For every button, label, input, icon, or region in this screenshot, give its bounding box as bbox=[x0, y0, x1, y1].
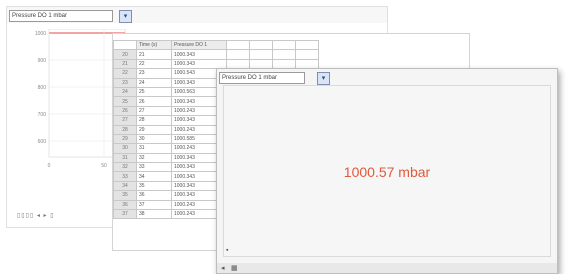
cell-time[interactable]: 34 bbox=[136, 171, 172, 182]
row-header[interactable]: 31 bbox=[113, 152, 137, 164]
y-tick-label: 600 bbox=[38, 139, 47, 145]
value-window-titlebar: Pressure DO 1 mbar ▾ bbox=[217, 69, 557, 85]
y-tick-label: 1000 bbox=[35, 31, 46, 37]
row-header[interactable]: 30 bbox=[113, 143, 137, 154]
cell-time[interactable]: 28 bbox=[136, 115, 172, 126]
cell-time[interactable]: 37 bbox=[136, 199, 172, 211]
cell-pressure[interactable]: 1000.343 bbox=[171, 49, 227, 60]
chart-footer-controls[interactable]: ▯▯▯▯ ◂ ▸ ▯ bbox=[17, 212, 127, 222]
cell-time[interactable]: 33 bbox=[136, 162, 172, 173]
resize-icon[interactable]: ▪ bbox=[226, 247, 228, 254]
cell-time[interactable]: 35 bbox=[136, 180, 172, 192]
y-tick-label: 900 bbox=[38, 58, 47, 64]
cell-time[interactable]: 21 bbox=[136, 49, 172, 60]
table-row[interactable]: 20 21 1000.343 bbox=[113, 49, 319, 60]
cell-time[interactable]: 30 bbox=[136, 133, 172, 145]
value-display-pane: 1000.57 mbar ▪ bbox=[223, 85, 551, 257]
row-header[interactable]: 36 bbox=[113, 199, 137, 211]
cell-time[interactable]: 23 bbox=[136, 68, 172, 79]
row-header[interactable]: 29 bbox=[113, 133, 137, 145]
y-tick-label: 700 bbox=[38, 112, 47, 118]
cell-empty[interactable] bbox=[226, 49, 250, 60]
cell-time[interactable]: 26 bbox=[136, 96, 172, 107]
column-header-empty bbox=[226, 39, 250, 51]
cell-time[interactable]: 38 bbox=[136, 209, 172, 220]
cell-empty[interactable] bbox=[272, 49, 296, 60]
column-header-empty bbox=[295, 39, 319, 51]
row-header[interactable]: 37 bbox=[113, 209, 137, 220]
cell-empty[interactable] bbox=[249, 49, 273, 60]
row-header[interactable]: 26 bbox=[113, 105, 137, 117]
row-header[interactable]: 23 bbox=[113, 77, 137, 88]
cell-time[interactable]: 25 bbox=[136, 86, 172, 98]
row-header[interactable]: 24 bbox=[113, 86, 137, 98]
cell-time[interactable]: 29 bbox=[136, 124, 172, 135]
value-window: Pressure DO 1 mbar ▾ 1000.57 mbar ▪ ◂ ▦ bbox=[216, 68, 558, 274]
cell-time[interactable]: 24 bbox=[136, 77, 172, 88]
row-header[interactable]: 27 bbox=[113, 115, 137, 126]
cell-time[interactable]: 22 bbox=[136, 58, 172, 70]
table-header-row: Time (s) Pressure DO 1 bbox=[113, 39, 319, 51]
chart-window-titlebar: Pressure DO 1 mbar ▾ bbox=[7, 7, 387, 23]
x-tick-label: 50 bbox=[101, 163, 107, 169]
y-tick-label: 800 bbox=[38, 85, 47, 91]
row-header[interactable]: 33 bbox=[113, 171, 137, 182]
row-header[interactable]: 34 bbox=[113, 180, 137, 192]
row-header[interactable]: 22 bbox=[113, 68, 137, 79]
column-header-empty bbox=[249, 39, 273, 51]
cell-time[interactable]: 31 bbox=[136, 143, 172, 154]
column-header-empty bbox=[272, 39, 296, 51]
cell-empty[interactable] bbox=[295, 49, 319, 60]
channel-selector[interactable]: Pressure DO 1 mbar bbox=[9, 10, 113, 22]
row-header[interactable]: 21 bbox=[113, 58, 137, 70]
table-corner bbox=[113, 39, 137, 51]
cell-time[interactable]: 36 bbox=[136, 190, 172, 201]
row-header[interactable]: 20 bbox=[113, 49, 137, 60]
row-header[interactable]: 25 bbox=[113, 96, 137, 107]
chevron-down-icon[interactable]: ▾ bbox=[119, 10, 132, 23]
row-header[interactable]: 35 bbox=[113, 190, 137, 201]
value-window-footer: ◂ ▦ bbox=[217, 263, 557, 273]
cell-time[interactable]: 27 bbox=[136, 105, 172, 117]
x-tick-label: 0 bbox=[48, 163, 51, 169]
row-header[interactable]: 28 bbox=[113, 124, 137, 135]
column-header-pressure[interactable]: Pressure DO 1 bbox=[171, 39, 227, 51]
pressure-reading: 1000.57 mbar bbox=[343, 164, 431, 180]
column-header-time[interactable]: Time (s) bbox=[136, 39, 172, 51]
channel-selector[interactable]: Pressure DO 1 mbar bbox=[219, 72, 305, 84]
row-header[interactable]: 32 bbox=[113, 162, 137, 173]
chevron-down-icon[interactable]: ▾ bbox=[317, 72, 330, 85]
arrow-left-icon[interactable]: ◂ bbox=[221, 264, 225, 272]
grid-icon[interactable]: ▦ bbox=[231, 264, 238, 272]
cell-time[interactable]: 32 bbox=[136, 152, 172, 164]
